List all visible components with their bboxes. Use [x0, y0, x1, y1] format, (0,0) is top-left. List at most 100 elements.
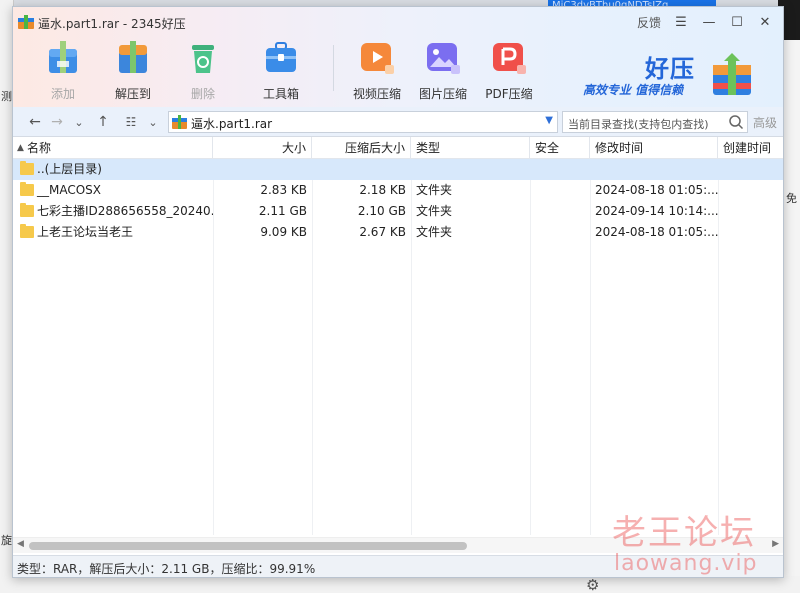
window-controls: 反馈 ☰ — ☐ ✕: [631, 12, 779, 32]
maximize-icon[interactable]: ☐: [723, 12, 751, 32]
app-window: 逼水.part1.rar - 2345好压 反馈 ☰ — ☐ ✕ 添加 解压到 …: [12, 6, 784, 578]
scrollbar-thumb[interactable]: [29, 542, 467, 550]
row-name-cell: ..(上层目录): [15, 159, 213, 180]
delete-label: 删除: [190, 87, 215, 101]
scroll-left-icon[interactable]: ◀: [17, 539, 24, 549]
image-compress-button[interactable]: 图片压缩: [411, 37, 475, 103]
delete-button[interactable]: 删除: [171, 37, 235, 103]
title-bar: 逼水.part1.rar - 2345好压 反馈 ☰ — ☐ ✕: [13, 7, 783, 37]
path-dropdown-icon[interactable]: ▼: [545, 115, 553, 126]
row-modified: 2024-09-14 10:14:...: [595, 204, 718, 218]
file-list: ..(上层目录) __MACOSX 2.83 KB 2.18 KB 文件夹 20…: [13, 159, 783, 535]
toolbox-icon: [266, 42, 296, 72]
row-size: 9.09 KB: [260, 225, 307, 239]
header: 逼水.part1.rar - 2345好压 反馈 ☰ — ☐ ✕ 添加 解压到 …: [13, 7, 783, 107]
image-icon: [427, 43, 460, 74]
background-bottom-strip: [0, 576, 800, 593]
folder-icon: [20, 182, 34, 196]
add-archive-icon: [49, 41, 77, 73]
row-name-cell: 七彩主播ID288656558_20240...: [15, 201, 213, 222]
up-arrow-icon[interactable]: ↑: [93, 112, 113, 132]
search-input[interactable]: 当前目录查找(支持包内查找): [562, 111, 748, 133]
column-name[interactable]: ▲ 名称: [13, 137, 213, 159]
feedback-button[interactable]: 反馈: [631, 12, 667, 32]
back-arrow-icon[interactable]: ←: [25, 112, 45, 132]
table-row[interactable]: 上老王论坛当老王 9.09 KB 2.67 KB 文件夹 2024-08-18 …: [13, 222, 783, 243]
brand-name: 好压: [645, 55, 695, 83]
path-text: 逼水.part1.rar: [191, 117, 273, 131]
row-packed-size: 2.18 KB: [359, 183, 406, 197]
row-size: 2.83 KB: [260, 183, 307, 197]
table-row[interactable]: __MACOSX 2.83 KB 2.18 KB 文件夹 2024-08-18 …: [13, 180, 783, 201]
archive-file-icon: [172, 115, 187, 129]
column-name-label: 名称: [27, 141, 52, 155]
row-type: 文件夹: [416, 225, 453, 239]
address-bar: ← → ⌄ ↑ ☷ ⌄ 逼水.part1.rar ▼ 当前目录查找(支持包内查找…: [13, 107, 783, 137]
video-icon: [361, 43, 394, 74]
table-row[interactable]: 七彩主播ID288656558_20240... 2.11 GB 2.10 GB…: [13, 201, 783, 222]
gear-icon[interactable]: ⚙: [586, 576, 599, 593]
background-left-text: 测: [1, 90, 12, 103]
history-dropdown-icon[interactable]: ⌄: [69, 112, 89, 132]
column-created[interactable]: 创建时间: [718, 137, 783, 159]
pdf-icon: [493, 43, 526, 74]
brand-slogan: 高效专业 值得信赖: [583, 83, 684, 97]
add-label: 添加: [50, 87, 75, 101]
row-modified: 2024-08-18 01:05:...: [595, 225, 718, 239]
row-size: 2.11 GB: [258, 204, 307, 218]
column-security[interactable]: 安全: [530, 137, 590, 159]
window-title: 逼水.part1.rar - 2345好压: [38, 17, 186, 31]
close-icon[interactable]: ✕: [751, 12, 779, 32]
column-packed-size[interactable]: 压缩后大小: [312, 137, 411, 159]
tools-label: 工具箱: [262, 87, 299, 101]
extract-icon: [119, 41, 147, 73]
pdf-compress-button[interactable]: PDF压缩: [477, 37, 541, 103]
row-packed-size: 2.10 GB: [357, 204, 406, 218]
extract-label: 解压到: [114, 87, 151, 101]
path-field[interactable]: 逼水.part1.rar ▼: [168, 111, 558, 133]
folder-icon: [20, 224, 34, 238]
background-left-small-text: 旋: [1, 534, 12, 547]
column-modified[interactable]: 修改时间: [590, 137, 718, 159]
brand-area: 好压 高效专业 值得信赖: [583, 47, 763, 102]
search-icon[interactable]: [728, 114, 744, 130]
view-mode-icon[interactable]: ☷: [121, 112, 141, 132]
row-name: 七彩主播ID288656558_20240...: [37, 204, 213, 218]
video-compress-button[interactable]: 视频压缩: [345, 37, 409, 103]
sort-asc-icon: ▲: [17, 143, 24, 153]
row-name-cell: __MACOSX: [15, 180, 213, 201]
status-text: 类型：RAR，解压后大小：2.11 GB，压缩比：99.91%: [17, 562, 316, 576]
table-row[interactable]: ..(上层目录): [13, 159, 783, 180]
app-logo-icon: [18, 15, 34, 29]
extract-button[interactable]: 解压到: [101, 37, 165, 103]
column-size[interactable]: 大小: [213, 137, 312, 159]
row-packed-size: 2.67 KB: [359, 225, 406, 239]
row-type: 文件夹: [416, 183, 453, 197]
column-type[interactable]: 类型: [411, 137, 530, 159]
tools-button[interactable]: 工具箱: [249, 37, 313, 103]
list-header: ▲ 名称 大小 压缩后大小 类型 安全 修改时间 创建时间: [13, 137, 783, 159]
brand-logo-icon: [713, 53, 751, 95]
folder-icon: [20, 203, 34, 217]
toolbar-divider: [333, 45, 334, 91]
horizontal-scrollbar[interactable]: ◀ ▶: [13, 537, 783, 553]
row-name-cell: 上老王论坛当老王: [15, 222, 213, 243]
minimize-icon[interactable]: —: [695, 12, 723, 32]
recycle-bin-icon: [192, 45, 214, 73]
folder-icon: [20, 161, 34, 175]
row-name: ..(上层目录): [37, 162, 102, 176]
row-modified: 2024-08-18 01:05:...: [595, 183, 718, 197]
video-compress-label: 视频压缩: [352, 87, 401, 101]
status-bar: 类型：RAR，解压后大小：2.11 GB，压缩比：99.91%: [13, 555, 783, 577]
image-compress-label: 图片压缩: [418, 87, 467, 101]
add-button[interactable]: 添加: [31, 37, 95, 103]
advanced-search-link[interactable]: 高级: [753, 114, 777, 131]
pdf-compress-label: PDF压缩: [485, 87, 533, 101]
menu-icon[interactable]: ☰: [667, 12, 695, 32]
view-dropdown-icon[interactable]: ⌄: [143, 112, 163, 132]
row-name: 上老王论坛当老王: [37, 225, 134, 239]
background-right-text: 免: [786, 192, 797, 205]
scroll-right-icon[interactable]: ▶: [772, 539, 779, 549]
forward-arrow-icon[interactable]: →: [47, 112, 67, 132]
row-type: 文件夹: [416, 204, 453, 218]
